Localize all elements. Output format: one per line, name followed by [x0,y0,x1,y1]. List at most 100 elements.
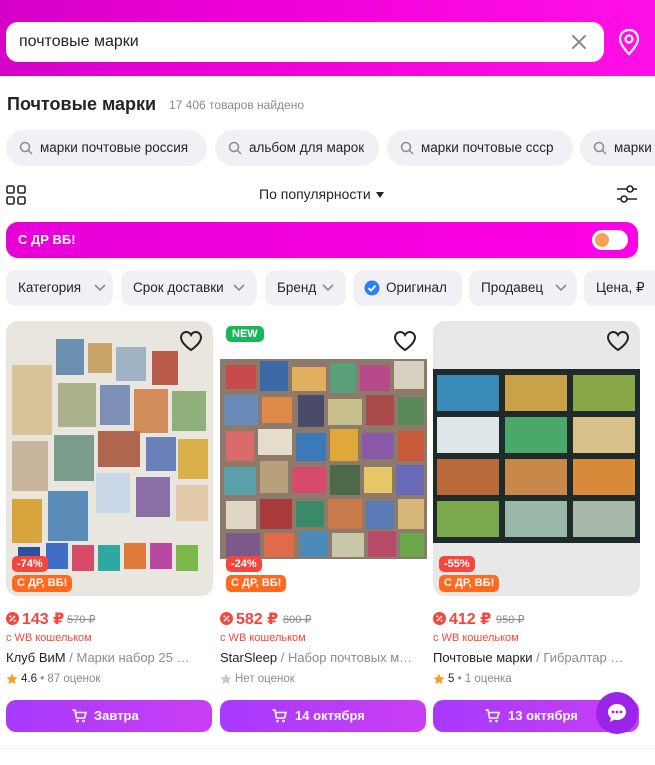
promo-label: С ДР ВБ! [18,232,76,247]
bottom-divider [0,748,655,765]
heart-icon[interactable] [606,330,630,352]
suggestion-label: альбом для марок [249,140,365,155]
suggestion-chip[interactable]: марки [580,130,655,166]
promo-banner: С ДР ВБ! [6,222,638,258]
close-icon[interactable] [569,32,589,52]
rating-count: • 1 оценка [454,673,512,685]
filter-label: Цена, ₽ [596,280,645,295]
filter-label: Оригинал [386,280,447,295]
suggestion-label: марки почтовые россия [40,140,189,155]
wallet-note: с WB кошельком [220,632,306,644]
wallet-discount-icon [6,612,19,625]
brand-name: StarSleep [220,650,278,665]
filter-label: Бренд [277,280,317,295]
product-image[interactable]: -55% С ДР, ВБ! [433,321,640,596]
filter-category[interactable]: Категория [6,270,113,306]
chat-button[interactable] [596,692,638,734]
filter-original[interactable]: Оригинал [354,270,462,306]
wallet-note: с WB кошельком [433,632,519,644]
product-title[interactable]: Почтовые марки / Гибралтар … [433,650,640,665]
filter-price[interactable]: Цена, ₽ [584,270,655,306]
sliders-icon[interactable] [616,184,638,204]
product-title[interactable]: StarSleep / Набор почтовых м… [220,650,427,665]
current-price: 582 ₽ [236,611,279,628]
toggle-knob [595,233,609,247]
product-name: Гибралтар … [543,650,624,665]
filter-brand[interactable]: Бренд [265,270,346,306]
suggestion-chip[interactable]: марки почтовые россия [6,130,207,166]
filter-label: Продавец [481,280,544,295]
delivery-date: 13 октября [508,708,578,723]
promo-toggle[interactable] [592,230,628,250]
brand-name: Почтовые марки [433,650,533,665]
old-price: 800 ₽ [283,614,312,626]
old-price: 950 ₽ [496,614,525,626]
product-image[interactable]: NEW -24% С ДР, ВБ! [220,321,427,596]
rating-count: Нет оценок [235,673,295,685]
heart-icon[interactable] [393,330,417,352]
suggestion-chip[interactable]: альбом для марок [215,130,379,166]
promo-badge: С ДР, ВБ! [439,575,500,592]
discount-badge: -74% [12,556,48,572]
rating-value: 4.6 [21,673,37,685]
add-to-cart-button[interactable]: 14 октября [220,700,426,732]
check-badge-icon [364,280,380,296]
product-name: Марки набор 25 … [76,650,190,665]
discount-badge: -55% [439,556,475,572]
chat-bubble-icon [608,704,626,722]
title-separator: / [532,650,544,665]
star-icon [220,673,232,685]
title-separator: / [65,650,77,665]
stamps-collage-image [6,321,213,596]
filter-seller[interactable]: Продавец [469,270,577,306]
chevron-down-icon [322,284,334,292]
title-separator: / [277,650,288,665]
suggestion-label: марки почтовые ссср [421,140,554,155]
chevron-down-icon [233,284,245,292]
suggestion-label: марки [614,140,652,155]
search-icon [228,141,242,155]
search-field[interactable]: почтовые марки [6,22,604,62]
grid-view-icon[interactable] [6,185,26,205]
filter-delivery[interactable]: Срок доставки [121,270,257,306]
brand-name: Клуб ВиМ [6,650,66,665]
filter-label: Категория [18,280,82,295]
page-title: Почтовые марки [7,94,157,114]
cart-icon [272,709,287,723]
map-pin-icon[interactable] [616,28,642,56]
delivery-date: Завтра [94,708,139,723]
promo-badge: С ДР, ВБ! [226,575,287,592]
wallet-discount-icon [433,612,446,625]
search-icon [400,141,414,155]
rating-count: • 87 оценок [37,673,101,685]
wallet-note: с WB кошельком [6,632,92,644]
header-bar: почтовые марки [0,0,655,76]
search-icon [19,141,33,155]
product-name: Набор почтовых м… [287,650,413,665]
stamps-pile-image [220,321,427,596]
cart-icon [485,709,500,723]
cart-icon [72,709,87,723]
gibraltar-stamps-image [433,321,640,596]
chevron-down-icon [555,284,567,292]
star-icon [433,673,445,685]
add-to-cart-button[interactable]: Завтра [6,700,212,732]
promo-badge: С ДР, ВБ! [12,575,73,592]
old-price: 570 ₽ [67,614,96,626]
new-badge: NEW [226,326,264,342]
current-price: 412 ₽ [449,611,492,628]
delivery-date: 14 октября [295,708,365,723]
search-icon [593,141,607,155]
filter-label: Срок доставки [133,280,224,295]
sort-dropdown[interactable]: По популярности [259,186,371,202]
product-image[interactable]: -74% С ДР, ВБ! [6,321,213,596]
caret-down-icon [376,192,384,198]
results-count: 17 406 товаров найдено [169,98,305,112]
product-title[interactable]: Клуб ВиМ / Марки набор 25 … [6,650,213,665]
heart-icon[interactable] [179,330,203,352]
star-icon [6,673,18,685]
search-input[interactable]: почтовые марки [19,33,139,51]
discount-badge: -24% [226,556,262,572]
current-price: 143 ₽ [22,611,65,628]
suggestion-chip[interactable]: марки почтовые ссср [387,130,573,166]
